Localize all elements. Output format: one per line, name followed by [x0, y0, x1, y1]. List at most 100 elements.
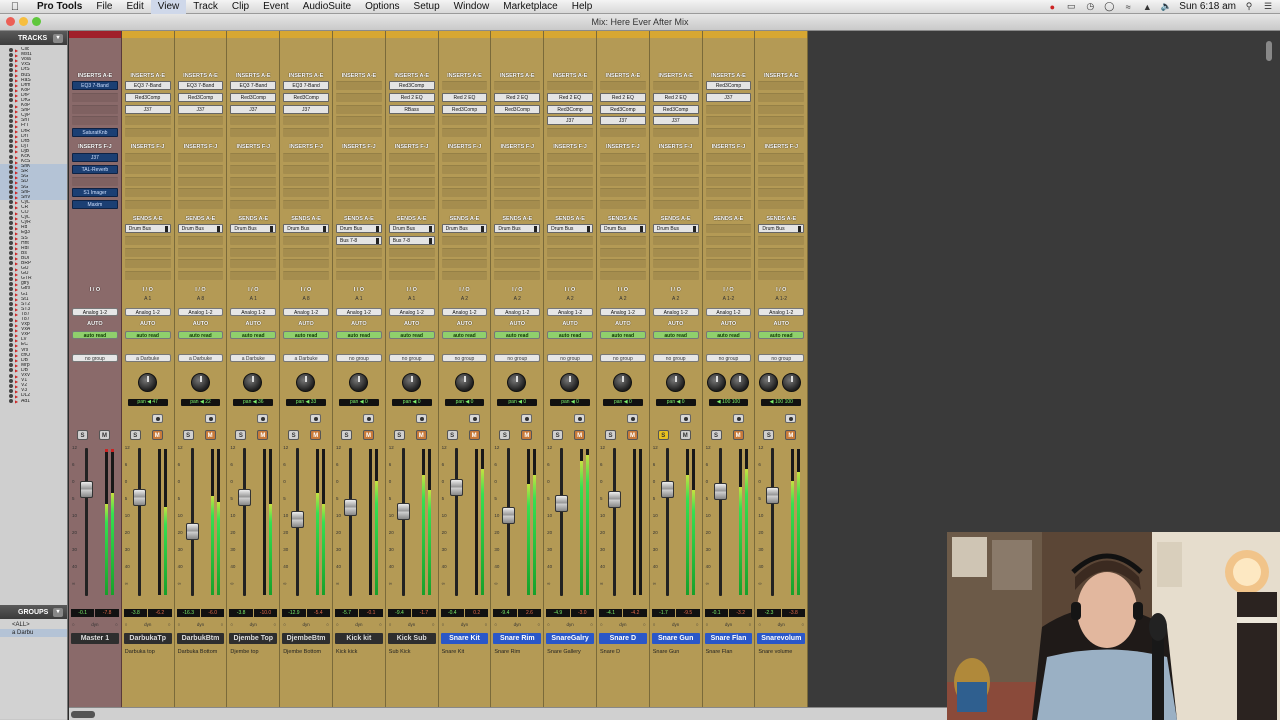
peak-value[interactable]: -1.7: [412, 609, 436, 617]
track-comment[interactable]: Snare Kit: [442, 649, 489, 656]
track-visible-icon[interactable]: [9, 129, 13, 134]
track-visible-icon[interactable]: [9, 266, 13, 271]
track-color-bar[interactable]: [755, 31, 808, 38]
insert-slot[interactable]: Red 2 EQ: [652, 92, 699, 102]
track-visible-icon[interactable]: [9, 241, 13, 246]
track-comment[interactable]: Djembe top: [230, 649, 277, 656]
status-red-icon[interactable]: ●: [1046, 2, 1058, 12]
mute-button[interactable]: M: [362, 430, 374, 440]
send-slot[interactable]: [441, 259, 488, 269]
eject-icon[interactable]: ▲: [1141, 2, 1153, 12]
clock[interactable]: Sun 6:18 am: [1179, 1, 1236, 12]
insert-slot[interactable]: Red3Comp: [124, 92, 171, 102]
send-slot[interactable]: [177, 259, 224, 269]
automation-mode-selector[interactable]: auto read: [177, 331, 224, 339]
pan-knob[interactable]: [612, 373, 632, 392]
track-color-bar[interactable]: [227, 31, 280, 38]
insert-slot[interactable]: [441, 188, 488, 198]
insert-slot[interactable]: [177, 116, 224, 126]
menu-clip[interactable]: Clip: [225, 0, 256, 14]
track-visible-icon[interactable]: [9, 363, 13, 368]
volume-value[interactable]: -0.4: [440, 609, 464, 617]
send-slot[interactable]: [652, 271, 699, 281]
peak-value[interactable]: -3.0: [570, 609, 594, 617]
volume-value[interactable]: -3.8: [123, 609, 148, 617]
insert-slot[interactable]: [758, 153, 805, 162]
send-slot[interactable]: [283, 235, 329, 245]
group-selector[interactable]: a Darbuke: [124, 354, 171, 362]
track-visible-icon[interactable]: [9, 52, 13, 57]
output-selector[interactable]: Analog 1-2: [441, 308, 488, 316]
insert-slot[interactable]: [441, 81, 488, 90]
track-color-bar[interactable]: [596, 31, 649, 38]
volume-value[interactable]: -2.3: [757, 609, 781, 617]
track-visible-icon[interactable]: [9, 297, 13, 302]
track-visible-icon[interactable]: [9, 113, 13, 118]
menu-view[interactable]: View: [150, 0, 187, 14]
volume-value[interactable]: -3.8: [229, 609, 253, 617]
record-enable-button[interactable]: [257, 414, 269, 423]
track-visible-icon[interactable]: [9, 373, 13, 378]
insert-slot[interactable]: [283, 128, 329, 138]
track-name-button[interactable]: Kick kit: [334, 633, 383, 644]
volume-value[interactable]: -9.4: [493, 609, 517, 617]
pan-knob[interactable]: [348, 373, 368, 392]
track-visible-icon[interactable]: [9, 292, 13, 297]
track-visible-icon[interactable]: [9, 159, 13, 164]
insert-slot[interactable]: [652, 164, 699, 174]
insert-slot[interactable]: [177, 128, 224, 138]
peak-value[interactable]: -9.5: [676, 609, 700, 617]
volume-value[interactable]: -12.9: [282, 609, 306, 617]
volume-value[interactable]: -0.1: [71, 609, 95, 617]
track-visible-icon[interactable]: [9, 134, 13, 139]
send-fader-icon[interactable]: [428, 226, 432, 232]
track-visible-icon[interactable]: [9, 174, 13, 179]
send-slot[interactable]: Drum Bus: [335, 224, 382, 233]
insert-slot[interactable]: [599, 153, 646, 162]
mute-button[interactable]: M: [574, 430, 586, 440]
track-visible-icon[interactable]: [9, 185, 13, 190]
send-slot[interactable]: [441, 235, 488, 245]
insert-slot[interactable]: [177, 188, 224, 198]
insert-slot[interactable]: [494, 164, 541, 174]
track-color-bar[interactable]: [385, 31, 438, 38]
insert-slot[interactable]: [388, 188, 435, 198]
menu-event[interactable]: Event: [256, 0, 296, 14]
insert-slot[interactable]: [388, 164, 435, 174]
insert-slot[interactable]: [124, 128, 171, 138]
insert-slot[interactable]: [230, 116, 277, 126]
insert-slot[interactable]: Red 2 EQ: [494, 92, 541, 102]
pan-left-knob[interactable]: [706, 373, 726, 392]
send-slot[interactable]: [494, 271, 541, 281]
insert-slot[interactable]: [72, 176, 118, 186]
insert-slot[interactable]: [494, 81, 541, 90]
insert-slot[interactable]: [283, 200, 329, 210]
insert-slot[interactable]: Red3Comp: [230, 92, 277, 102]
track-visible-icon[interactable]: [9, 393, 13, 398]
send-slot[interactable]: [230, 271, 277, 281]
track-name-button[interactable]: Snare Flan: [704, 633, 753, 644]
insert-slot[interactable]: [758, 92, 805, 102]
track-visible-icon[interactable]: [9, 256, 13, 261]
send-slot[interactable]: [758, 271, 805, 281]
send-slot[interactable]: [441, 247, 488, 257]
pan-knob[interactable]: [560, 373, 580, 392]
vertical-scrollbar[interactable]: [1266, 41, 1272, 61]
automation-mode-selector[interactable]: auto read: [335, 331, 382, 339]
insert-slot[interactable]: [124, 176, 171, 186]
track-visible-icon[interactable]: [9, 73, 13, 78]
insert-slot[interactable]: [335, 92, 382, 102]
solo-button[interactable]: S: [182, 430, 194, 440]
mute-button[interactable]: M: [468, 430, 480, 440]
app-menu[interactable]: Pro Tools: [30, 0, 89, 14]
record-enable-button[interactable]: [574, 414, 586, 423]
group-selector[interactable]: no group: [705, 354, 752, 362]
track-color-bar[interactable]: [702, 31, 755, 38]
mute-button[interactable]: M: [99, 430, 110, 440]
track-comment[interactable]: Snare Gun: [653, 649, 700, 656]
send-slot[interactable]: [177, 271, 224, 281]
track-visible-icon[interactable]: [9, 312, 13, 317]
track-comment[interactable]: Snare Flan: [706, 649, 753, 656]
track-visible-icon[interactable]: [9, 98, 13, 103]
send-slot[interactable]: [388, 271, 435, 281]
